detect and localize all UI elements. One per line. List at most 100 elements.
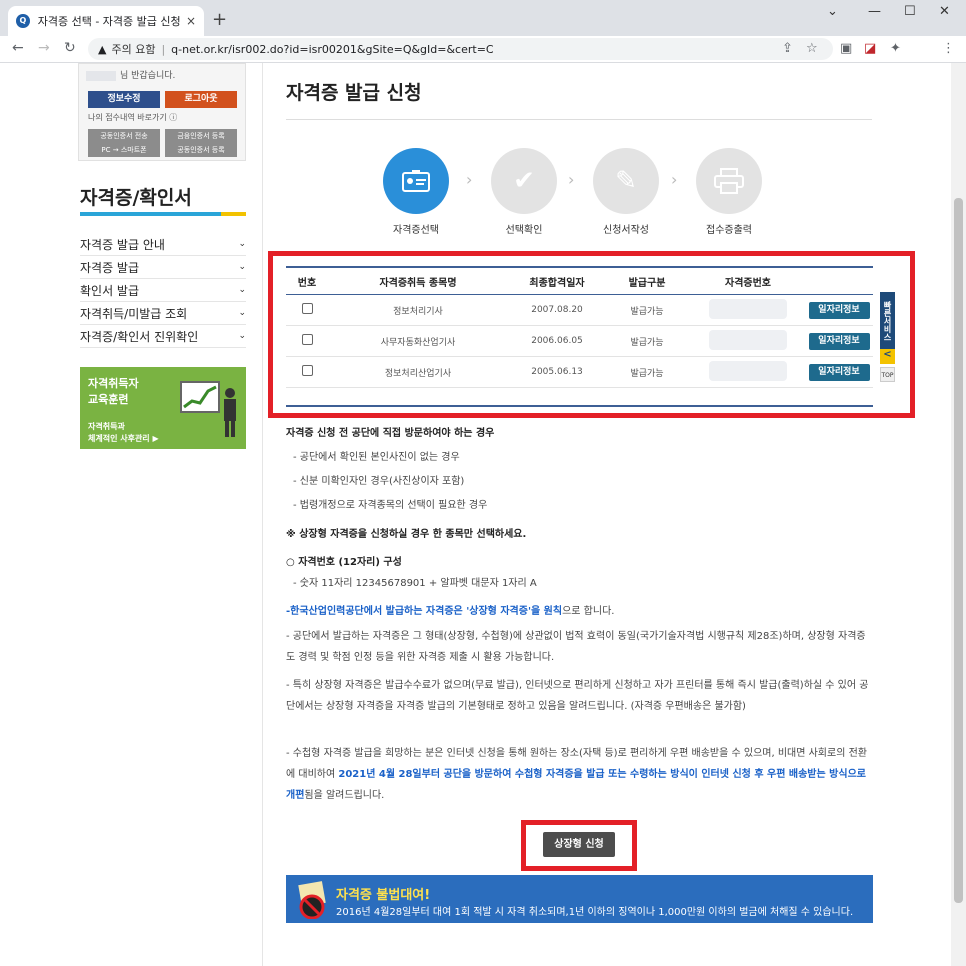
step-label-write: 신청서작성	[603, 225, 649, 236]
cert-name: 정보처리기사	[393, 306, 443, 317]
presentation-board-icon	[180, 381, 220, 413]
legal-effect-paragraph: - 공단에서 발급하는 자격증은 그 형태(상장형, 수첩형)에 상관없이 법적…	[286, 631, 866, 663]
send-cert-button[interactable]: 공동인증서 전송	[88, 129, 160, 143]
sidebar-item-issue-guide[interactable]: 자격증 발급 안내 ⌄	[80, 233, 246, 256]
issue-status: 발급가능	[630, 337, 664, 348]
row-checkbox[interactable]	[301, 365, 313, 376]
job-info-button[interactable]: 일자리정보	[808, 363, 870, 381]
free-issue-paragraph: - 특히 상장형 자격증은 발급수수료가 없으며(무료 발급), 인터넷으로 편…	[286, 680, 869, 712]
title-divider	[286, 119, 872, 120]
sidebar-title-underline	[80, 212, 246, 216]
sidebar-item-verify[interactable]: 자격증/확인서 진위확인 ⌄	[80, 325, 246, 348]
receipt-link[interactable]: 나의 접수내역 바로가기 ⓘ	[88, 112, 177, 123]
banner-title: 자격증 불법대여!	[336, 888, 431, 903]
row-checkbox[interactable]	[301, 334, 313, 345]
issue-status: 발급가능	[630, 306, 664, 317]
close-window-icon[interactable]: ✕	[939, 4, 950, 19]
sidebar-menu: 자격증 발급 안내 ⌄ 자격증 발급 ⌄ 확인서 발급 ⌄ 자격취득/미발급 조회 ⌄ …	[80, 233, 246, 348]
chevron-down-icon: ⌄	[238, 308, 246, 318]
booklet-paragraph: - 수첩형 자격증 발급을 희망하는 분은 인터넷 신청을 통해 원하는 장소(…	[286, 748, 867, 801]
pass-date: 2005.06.13	[531, 367, 583, 377]
table-header: 번호 자격증취득 종목명 최종합격일자 발급구분 자격증번호	[286, 268, 873, 295]
qnet-favicon-icon: Q	[16, 14, 30, 28]
flag-extension-icon[interactable]: ◪	[864, 41, 876, 56]
maximize-icon[interactable]: ☐	[904, 4, 916, 19]
step-arrow-icon: ›	[568, 170, 575, 189]
sidebar-item-lookup[interactable]: 자격취득/미발급 조회 ⌄	[80, 302, 246, 325]
tab-search-chevron-icon[interactable]: ⌄	[827, 4, 838, 19]
apply-certificate-button[interactable]: 상장형 신청	[543, 832, 615, 857]
chevron-down-icon: ⌄	[238, 262, 246, 272]
table-row: 정보처리기사 2007.08.20 발급가능 일자리정보	[286, 295, 873, 326]
step-label-confirm: 선택확인	[505, 225, 543, 236]
row-checkbox[interactable]	[301, 303, 313, 314]
url-box[interactable]: ▲ 주의 요함 | q-net.or.kr/isr002.do?id=isr00…	[88, 38, 833, 60]
notice-item: - 공단에서 확인된 본인사진이 없는 경우	[293, 452, 460, 463]
table-row: 정보처리산업기사 2005.06.13 발급가능 일자리정보	[286, 357, 873, 388]
quick-service-tab[interactable]: 빠른서비스	[880, 292, 895, 349]
no-rental-prohibition-icon	[298, 881, 326, 919]
url-separator: |	[161, 42, 166, 56]
pass-date: 2006.06.05	[531, 336, 583, 346]
menu-kebab-icon[interactable]: ⋮	[942, 41, 955, 56]
sidebar-section-title: 자격증/확인서	[80, 187, 192, 209]
address-bar-row: ← → ↻ ▲ 주의 요함 | q-net.or.kr/isr002.do?id…	[0, 36, 966, 63]
login-box: 님 반갑습니다. 정보수정 로그아웃 나의 접수내역 바로가기 ⓘ 공동인증서 …	[78, 63, 246, 161]
scrollbar-thumb[interactable]	[954, 198, 963, 903]
puzzle-extensions-icon[interactable]: ✦	[890, 41, 901, 56]
step-select-cert-icon	[383, 148, 449, 214]
warning-icon[interactable]: ▲	[98, 43, 106, 56]
principle-notice: -한국산업인력공단에서 발급하는 자격증은 '상장형 자격증'을 원칙으로 합니…	[286, 606, 615, 617]
page-title: 자격증 발급 신청	[286, 82, 422, 104]
issue-status: 발급가능	[630, 368, 664, 379]
browser-tab[interactable]: Q 자격증 선택 - 자격증 발급 신청 ×	[8, 6, 204, 36]
minimize-icon[interactable]: —	[868, 4, 881, 19]
table-row: 사무자동화산업기사 2006.06.05 발급가능 일자리정보	[286, 326, 873, 357]
logout-button[interactable]: 로그아웃	[165, 91, 237, 108]
top-button[interactable]: TOP	[880, 367, 895, 382]
reload-icon[interactable]: ↻	[64, 40, 76, 56]
sidebar-item-issue[interactable]: 자격증 발급 ⌄	[80, 256, 246, 279]
step-label-select: 자격증선택	[393, 225, 439, 236]
illegal-rental-warning-banner: 자격증 불법대여! 2016년 4월28일부터 대여 1회 적발 시 자격 취소…	[286, 875, 873, 923]
presenter-figure-icon	[224, 388, 236, 437]
chevron-down-icon: ⌄	[238, 285, 246, 295]
bookmark-star-icon[interactable]: ☆	[806, 41, 818, 56]
new-tab-button[interactable]: +	[212, 9, 227, 30]
forward-icon[interactable]: →	[38, 40, 50, 56]
certificate-table: 번호 자격증취득 종목명 최종합격일자 발급구분 자격증번호 정보처리기사 20…	[286, 266, 873, 388]
number-format-desc: - 숫자 11자리 12345678901 + 알파벳 대문자 1자리 A	[293, 578, 537, 589]
job-info-button[interactable]: 일자리정보	[808, 332, 870, 350]
pc-to-phone-button[interactable]: PC → 스마트폰	[88, 143, 160, 157]
play-circle-icon: ▶	[152, 434, 159, 443]
pass-date: 2007.08.20	[531, 305, 583, 315]
step-confirm-check-icon: ✔	[491, 148, 557, 214]
step-label-print: 접수증출력	[706, 225, 752, 236]
back-icon[interactable]: ←	[12, 40, 24, 56]
register-finance-cert-button[interactable]: 금융인증서 등록	[165, 129, 237, 143]
cert-name: 정보처리산업기사	[384, 368, 452, 379]
extension-box-icon[interactable]: ▣	[840, 41, 852, 56]
register-joint-cert-button[interactable]: 공동인증서 등록	[165, 143, 237, 157]
share-icon[interactable]: ⇪	[782, 41, 793, 56]
notice-item: - 신분 미확인자인 경우(사진상이자 포함)	[293, 476, 465, 487]
url-text[interactable]: q-net.or.kr/isr002.do?id=isr00201&gSite=…	[171, 43, 493, 56]
blurred-cert-number	[709, 360, 787, 381]
education-promo-banner[interactable]: 자격취득자 교육훈련 자격취득과 체계적인 사후관리 ▶	[80, 367, 246, 449]
select-one-notice: ※ 상장형 자격증을 신청하실 경우 한 종목만 선택하세요.	[286, 529, 527, 540]
vertical-scrollbar[interactable]	[951, 63, 966, 966]
quick-service-collapse-icon[interactable]: <	[880, 349, 895, 364]
tab-bar: Q 자격증 선택 - 자격증 발급 신청 × + ⌄ — ☐ ✕	[0, 0, 966, 36]
tab-title: 자격증 선택 - 자격증 발급 신청	[37, 15, 180, 28]
close-tab-icon[interactable]: ×	[186, 14, 196, 28]
blurred-cert-number	[709, 298, 787, 319]
job-info-button[interactable]: 일자리정보	[808, 301, 870, 319]
security-warning[interactable]: 주의 요함	[111, 41, 155, 57]
arrow-circle-icon: ⓘ	[169, 113, 178, 122]
blurred-cert-number	[709, 329, 787, 350]
edit-info-button[interactable]: 정보수정	[88, 91, 160, 108]
sidebar-item-confirmation[interactable]: 확인서 발급 ⌄	[80, 279, 246, 302]
table-bottom-rule	[286, 405, 873, 407]
chevron-down-icon: ⌄	[238, 331, 246, 341]
blurred-username	[86, 70, 116, 81]
